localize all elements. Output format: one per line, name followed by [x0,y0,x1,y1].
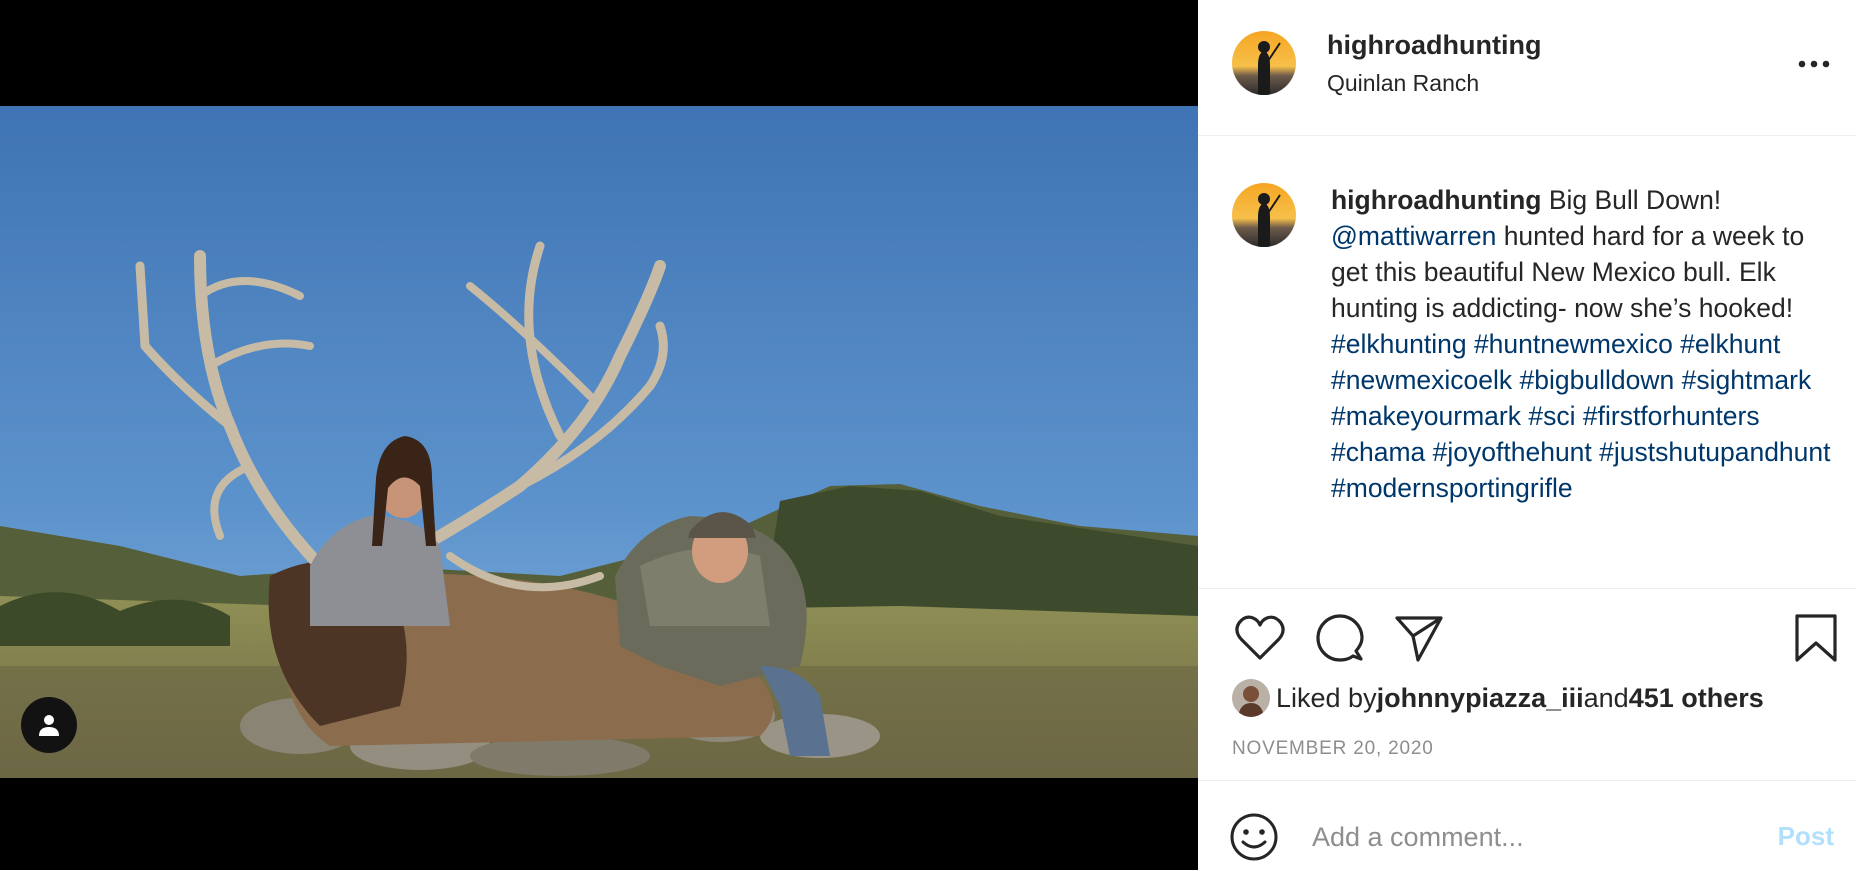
hashtag-link[interactable]: #makeyourmark [1331,401,1521,431]
emoji-button[interactable] [1228,811,1280,863]
post-date[interactable]: NOVEMBER 20, 2020 [1232,738,1434,760]
likes-summary: Liked by johnnypiazza_iii and 451 others [1232,678,1764,718]
hashtag-link[interactable]: #joyofthehunt [1433,437,1592,467]
hashtag-link[interactable]: #elkhunting [1331,329,1467,359]
user-tag-button[interactable] [21,697,77,753]
hashtag-link[interactable]: #firstforhunters [1583,401,1760,431]
post-media [0,0,1198,870]
post-side-panel: highroadhunting Quinlan Ranch highroadhu… [1198,0,1856,870]
caption-username[interactable]: highroadhunting [1331,185,1541,215]
caption-section: highroadhunting Big Bull Down! @mattiwar… [1198,136,1856,589]
comment-input[interactable] [1310,811,1754,863]
save-button[interactable] [1788,610,1844,666]
smiley-icon [1230,813,1278,861]
more-options-button[interactable] [1794,50,1834,78]
heart-icon [1235,615,1285,660]
caption-text: Big Bull Down! [1541,185,1722,215]
comment-bubble-icon [1316,614,1364,662]
post-header: highroadhunting Quinlan Ranch [1198,0,1856,136]
post-actions [1198,610,1856,666]
likes-middle: and [1583,682,1629,713]
post-comment-button[interactable]: Post [1778,821,1834,852]
post-photo [0,106,1198,778]
hashtag-link[interactable]: #justshutupandhunt [1599,437,1830,467]
author-avatar[interactable] [1232,31,1296,95]
author-username[interactable]: highroadhunting [1327,30,1541,61]
hashtag-link[interactable]: #sightmark [1682,365,1812,395]
paper-plane-icon [1395,616,1443,662]
bookmark-icon [1795,614,1837,662]
hashtag-link[interactable]: #chama [1331,437,1425,467]
like-button[interactable] [1232,610,1288,666]
liker-username[interactable]: johnnypiazza_iii [1377,683,1584,714]
user-tag-icon [39,715,59,736]
liker-avatar[interactable] [1232,679,1270,717]
hashtag-link[interactable]: #modernsportingrifle [1331,473,1573,503]
likes-prefix: Liked by [1276,682,1377,713]
elk-hunt-photo [0,106,1198,778]
hashtag-link[interactable]: #bigbulldown [1520,365,1675,395]
hashtag-link[interactable]: #sci [1528,401,1575,431]
post-caption: highroadhunting Big Bull Down! @mattiwar… [1331,182,1836,506]
hashtag-link[interactable]: #huntnewmexico [1474,329,1673,359]
comment-button[interactable] [1312,610,1368,666]
comment-bar: Post [1198,780,1856,871]
more-horizontal-icon [1798,60,1830,68]
likes-others-link[interactable]: 451 others [1629,683,1764,714]
share-button[interactable] [1391,610,1447,666]
caption-author-avatar[interactable] [1232,183,1296,247]
post-location[interactable]: Quinlan Ranch [1327,70,1479,97]
hashtag-link[interactable]: #newmexicoelk [1331,365,1512,395]
hashtag-link[interactable]: #elkhunt [1680,329,1780,359]
caption-mention[interactable]: @mattiwarren [1331,221,1496,251]
